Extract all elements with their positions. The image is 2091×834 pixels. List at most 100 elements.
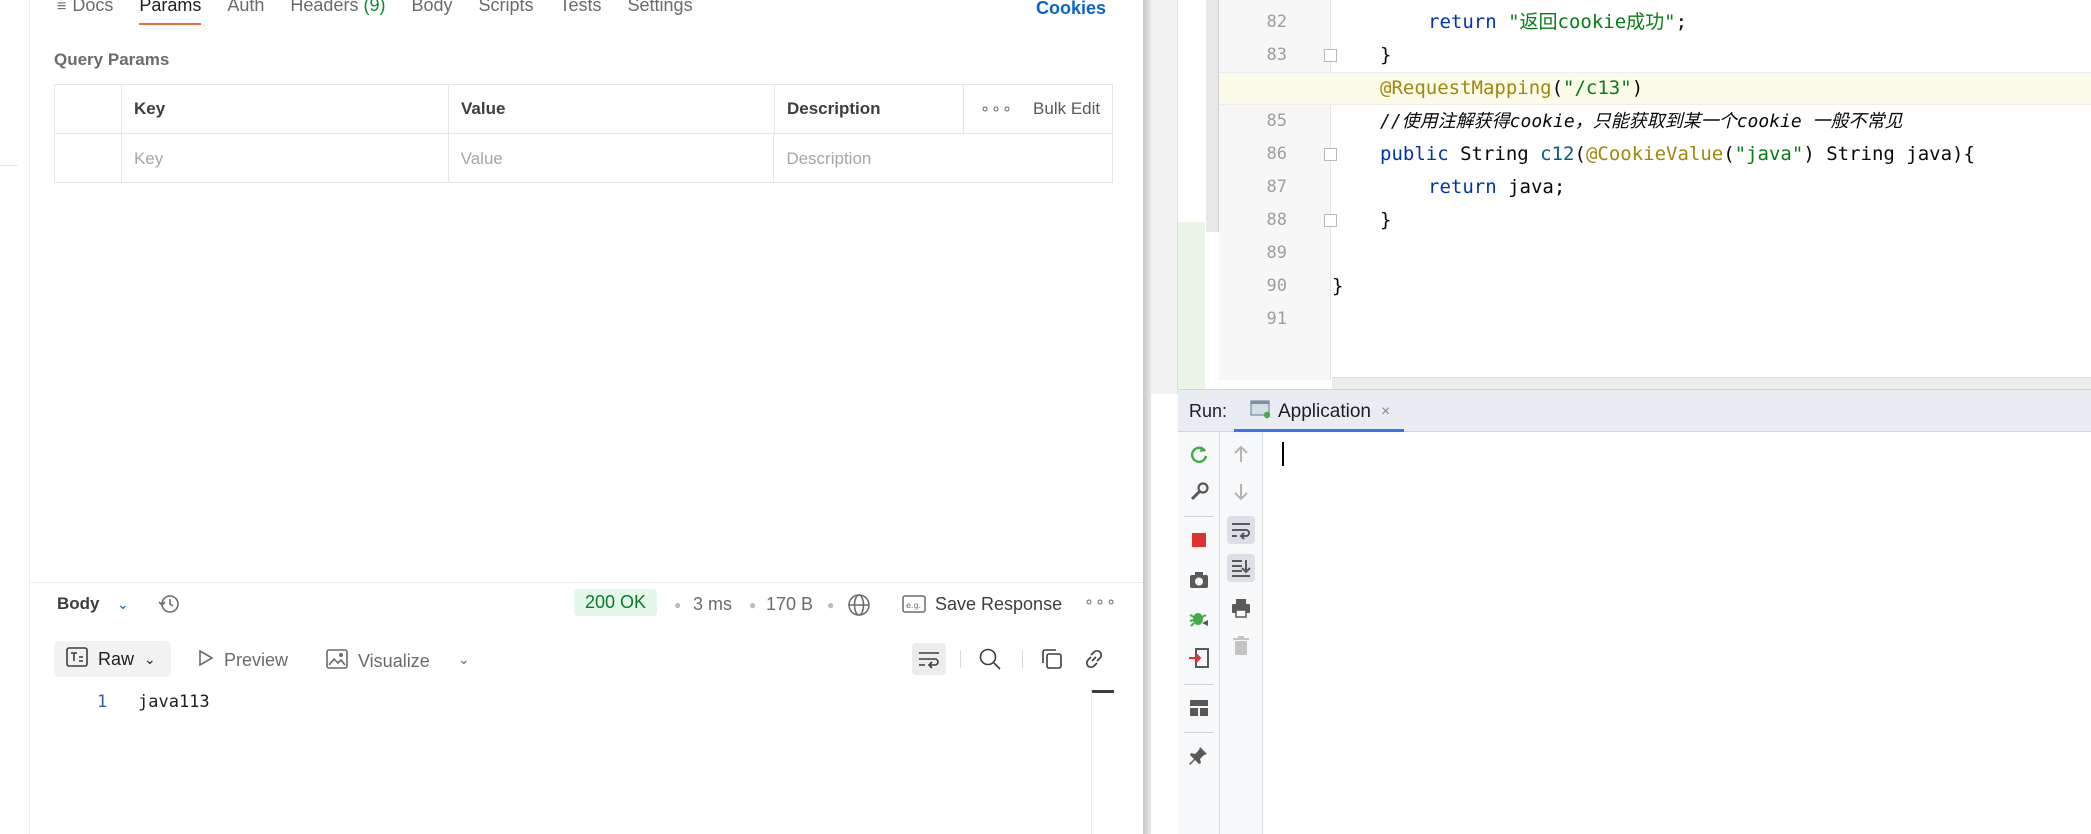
raw-format-dropdown[interactable]: Raw ⌄ bbox=[54, 641, 171, 677]
line-number: 91 bbox=[1266, 309, 1287, 329]
code-line-87[interactable]: return java; bbox=[1428, 171, 1565, 204]
response-body-label[interactable]: Body bbox=[57, 594, 100, 614]
response-divider[interactable] bbox=[30, 582, 1143, 583]
code-line-85[interactable]: //使用注解获得cookie，只能获取到某一个cookie 一般不常见 bbox=[1380, 105, 1903, 138]
application-icon bbox=[1250, 399, 1272, 425]
save-response-button[interactable]: Save Response bbox=[935, 594, 1062, 615]
more-options-icon[interactable]: ∘∘∘ bbox=[1084, 592, 1117, 612]
response-status-bar: Body ⌄ 200 OK ● 3 ms ● 170 B ● e.g. Save… bbox=[57, 589, 1117, 623]
value-input[interactable]: Value bbox=[449, 134, 775, 183]
trash-icon[interactable] bbox=[1227, 632, 1255, 660]
request-tabs: ≡ Docs Params Auth Headers (9) Body Scrip… bbox=[57, 0, 719, 30]
code-line-84[interactable]: @RequestMapping("/c13") bbox=[1380, 72, 1643, 105]
response-scrollbar[interactable] bbox=[1091, 688, 1113, 834]
headers-count: (9) bbox=[363, 0, 386, 15]
row-checkbox-cell[interactable] bbox=[55, 134, 122, 183]
tab-headers[interactable]: Headers (9) bbox=[290, 0, 385, 16]
search-icon[interactable] bbox=[978, 647, 1002, 676]
save-response-icon[interactable]: e.g. bbox=[902, 594, 926, 619]
wrench-icon[interactable] bbox=[1185, 478, 1213, 506]
chevron-down-icon: ⌄ bbox=[144, 650, 156, 667]
chevron-down-icon[interactable]: ⌄ bbox=[458, 651, 470, 668]
layout-icon[interactable] bbox=[1185, 694, 1213, 722]
stop-icon[interactable] bbox=[1185, 526, 1213, 554]
table-row: Key Value Description bbox=[55, 134, 1112, 183]
soft-wrap-icon[interactable] bbox=[1227, 516, 1255, 544]
code-editor[interactable]: return "返回cookie成功"; } @RequestMapping("… bbox=[1219, 0, 2091, 380]
visualize-button[interactable]: Visualize bbox=[326, 649, 430, 674]
down-arrow-icon[interactable] bbox=[1227, 478, 1255, 506]
scrollbar-thumb[interactable] bbox=[1092, 690, 1114, 693]
tool-window-strip bbox=[1151, 0, 1178, 394]
code-line-83[interactable]: } bbox=[1380, 39, 1391, 72]
print-icon[interactable] bbox=[1227, 594, 1255, 622]
wrap-lines-button[interactable] bbox=[912, 643, 946, 675]
globe-icon[interactable] bbox=[846, 592, 872, 623]
status-badge[interactable]: 200 OK bbox=[574, 589, 658, 616]
run-toolbar-secondary bbox=[1220, 432, 1263, 834]
editor-horizontal-scrollbar[interactable] bbox=[1332, 377, 2091, 389]
tab-settings[interactable]: Settings bbox=[628, 0, 693, 16]
line-number: 88 bbox=[1266, 210, 1287, 230]
tab-docs[interactable]: ≡ Docs bbox=[57, 0, 113, 18]
code-line-88[interactable]: } bbox=[1380, 204, 1391, 237]
run-toolbar-primary bbox=[1178, 432, 1220, 834]
wrap-icon bbox=[919, 652, 939, 669]
bulk-edit-button[interactable]: ∘∘∘ Bulk Edit bbox=[964, 85, 1112, 133]
line-number: 89 bbox=[1266, 243, 1287, 263]
pin-icon[interactable] bbox=[1185, 742, 1213, 770]
code-line-90[interactable]: } bbox=[1332, 270, 1343, 303]
tab-auth[interactable]: Auth bbox=[227, 0, 264, 16]
query-params-table: Key Value Description ∘∘∘ Bulk Edit Key … bbox=[54, 84, 1113, 183]
key-column-header: Key bbox=[122, 85, 449, 133]
key-input[interactable]: Key bbox=[122, 134, 449, 183]
camera-icon[interactable] bbox=[1185, 566, 1213, 594]
description-column-header: Description bbox=[775, 85, 964, 133]
editor-gutter: 82 83 84 85 86 87 88 89 90 91 bbox=[1219, 0, 1337, 380]
query-params-title: Query Params bbox=[54, 50, 170, 69]
separator-dot: ● bbox=[749, 598, 757, 612]
close-icon[interactable]: × bbox=[1381, 403, 1390, 421]
chevron-down-icon[interactable]: ⌄ bbox=[117, 596, 129, 613]
more-options-icon[interactable]: ∘∘∘ bbox=[980, 99, 1013, 119]
tab-scripts[interactable]: Scripts bbox=[479, 0, 534, 16]
preview-button[interactable]: Preview bbox=[198, 649, 288, 672]
line-number: 83 bbox=[1266, 45, 1287, 65]
checkbox-column-header bbox=[55, 85, 122, 133]
image-icon bbox=[326, 649, 348, 674]
description-input[interactable]: Description bbox=[774, 134, 1112, 183]
history-icon[interactable] bbox=[157, 592, 181, 621]
run-tool-window-header: Run: Application × bbox=[1178, 389, 2091, 432]
change-marker-area bbox=[1178, 222, 1205, 394]
login-icon[interactable] bbox=[1185, 644, 1213, 672]
cookies-link[interactable]: Cookies bbox=[1036, 0, 1106, 19]
project-scrollbar[interactable] bbox=[1206, 0, 1219, 232]
response-format-bar: Raw ⌄ Preview Visualize ⌄ bbox=[54, 640, 1117, 678]
tab-tests[interactable]: Tests bbox=[560, 0, 602, 16]
value-column-header: Value bbox=[449, 85, 775, 133]
code-line-86[interactable]: public String c12(@CookieValue("java") S… bbox=[1380, 138, 1975, 171]
rerun-icon[interactable] bbox=[1185, 440, 1213, 468]
separator-dot: ● bbox=[674, 598, 682, 612]
tab-params[interactable]: Params bbox=[139, 0, 202, 25]
separator-dot: ● bbox=[827, 598, 835, 612]
line-number: 82 bbox=[1266, 12, 1287, 32]
ide-pane: 82 83 84 85 86 87 88 89 90 91 return "返回… bbox=[1151, 0, 2091, 834]
tab-body[interactable]: Body bbox=[411, 0, 452, 16]
run-label: Run: bbox=[1189, 401, 1228, 421]
response-size[interactable]: 170 B bbox=[766, 594, 813, 615]
tab-application[interactable]: Application × bbox=[1234, 394, 1405, 432]
table-header-row: Key Value Description ∘∘∘ Bulk Edit bbox=[55, 85, 1112, 134]
debug-icon[interactable] bbox=[1185, 604, 1213, 632]
scroll-end-icon[interactable] bbox=[1227, 554, 1255, 582]
response-time[interactable]: 3 ms bbox=[693, 594, 732, 615]
sidebar-edge bbox=[0, 0, 30, 834]
copy-icon[interactable] bbox=[1040, 647, 1064, 676]
response-body-editor[interactable]: 1 java113 bbox=[30, 688, 1090, 834]
run-console-output[interactable] bbox=[1263, 432, 2091, 834]
code-line-82[interactable]: return "返回cookie成功"; bbox=[1428, 6, 1687, 39]
raw-text-icon bbox=[66, 646, 88, 672]
response-body-text[interactable]: java113 bbox=[138, 692, 210, 712]
up-arrow-icon[interactable] bbox=[1227, 440, 1255, 468]
link-icon[interactable] bbox=[1082, 647, 1106, 676]
